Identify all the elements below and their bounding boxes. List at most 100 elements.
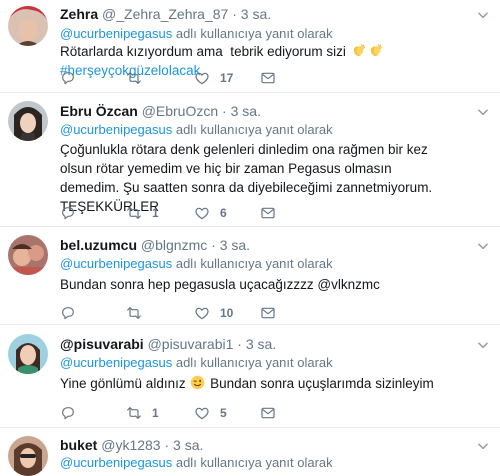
- winking-face-emoji: [190, 375, 205, 390]
- chevron-down-icon[interactable]: [476, 239, 490, 253]
- tweet-item[interactable]: Zehra @_Zehra_Zehra_87 · 3 sa. @ucurbeni…: [0, 0, 500, 93]
- reply-context-label: adlı kullanıcıya yanıt olarak: [175, 122, 333, 137]
- avatar[interactable]: [8, 6, 48, 46]
- clapping-hands-emoji: [368, 43, 383, 58]
- separator-dot: ·: [222, 103, 227, 119]
- retweet-count: 1: [152, 206, 159, 220]
- separator-dot: ·: [237, 336, 242, 352]
- like-button[interactable]: 5: [194, 404, 227, 422]
- heart-icon: [194, 205, 210, 221]
- reply-context-label: adlı kullanıcıya yanıt olarak: [175, 355, 333, 370]
- retweet-icon: [126, 205, 142, 221]
- reply-button[interactable]: [60, 304, 86, 322]
- like-count: 6: [220, 206, 227, 220]
- heart-icon: [194, 405, 210, 421]
- timestamp[interactable]: 3 sa.: [231, 103, 261, 119]
- display-name[interactable]: bel.uzumcu: [60, 237, 137, 253]
- username[interactable]: @blgnzmc: [141, 237, 207, 253]
- reply-context-label: adlı kullanıcıya yanıt olarak: [175, 256, 333, 271]
- username[interactable]: @_Zehra_Zehra_87: [102, 6, 228, 22]
- chevron-down-icon[interactable]: [476, 105, 490, 119]
- tweet-actions: 10: [60, 304, 360, 322]
- display-name[interactable]: buket: [60, 437, 97, 453]
- direct-message-button[interactable]: [260, 304, 276, 322]
- retweet-icon: [126, 305, 142, 321]
- like-count: 10: [220, 306, 234, 320]
- retweet-button[interactable]: 1: [126, 204, 159, 222]
- avatar[interactable]: [8, 101, 48, 141]
- tweet-item[interactable]: Ebru Özcan @EbruOzcn · 3 sa. @ucurbenipe…: [0, 93, 500, 227]
- separator-dot: ·: [164, 437, 170, 453]
- envelope-icon: [260, 205, 276, 221]
- reply-mention[interactable]: @ucurbenipegasus: [60, 26, 172, 41]
- tweet-actions: 1 6: [60, 204, 360, 222]
- envelope-icon: [260, 405, 276, 421]
- display-name[interactable]: @pisuvarabi: [60, 336, 144, 352]
- retweet-button[interactable]: [126, 69, 152, 87]
- reply-context-label: adlı kullanıcıya yanıt olarak: [175, 26, 333, 41]
- chevron-down-icon[interactable]: [476, 439, 490, 453]
- timestamp[interactable]: 3 sa.: [246, 336, 276, 352]
- retweet-button[interactable]: [126, 304, 152, 322]
- retweet-icon: [126, 70, 142, 86]
- reply-mention[interactable]: @ucurbenipegasus: [60, 256, 172, 271]
- tweet-actions: 1 5: [60, 404, 360, 422]
- timestamp[interactable]: 3 sa.: [173, 437, 203, 453]
- reply-mention[interactable]: @ucurbenipegasus: [60, 455, 172, 470]
- direct-message-button[interactable]: [260, 69, 276, 87]
- reply-button[interactable]: [60, 204, 86, 222]
- like-count: 17: [220, 71, 234, 85]
- reply-icon: [60, 305, 76, 321]
- avatar[interactable]: [8, 235, 48, 275]
- reply-context: @ucurbenipegasus adlı kullanıcıya yanıt …: [60, 355, 333, 371]
- direct-message-button[interactable]: [260, 204, 276, 222]
- display-name[interactable]: Zehra: [60, 6, 98, 22]
- chevron-down-icon[interactable]: [476, 338, 490, 352]
- avatar[interactable]: [8, 436, 48, 476]
- envelope-icon: [260, 70, 276, 86]
- reply-context: @ucurbenipegasus adlı kullanıcıya yanıt …: [60, 256, 333, 272]
- chevron-down-icon[interactable]: [476, 8, 490, 22]
- tweet-item[interactable]: buket @yk1283 · 3 sa. @ucurbenipegasus a…: [0, 428, 500, 476]
- separator-dot: ·: [211, 237, 216, 253]
- retweet-count: 1: [152, 406, 159, 420]
- reply-context: @ucurbenipegasus adlı kullanıcıya yanıt …: [60, 455, 333, 471]
- like-button[interactable]: 6: [194, 204, 227, 222]
- reply-context: @ucurbenipegasus adlı kullanıcıya yanıt …: [60, 26, 333, 42]
- avatar[interactable]: [8, 334, 48, 374]
- like-count: 5: [220, 406, 227, 420]
- reply-icon: [60, 405, 76, 421]
- display-name[interactable]: Ebru Özcan: [60, 103, 138, 119]
- reply-button[interactable]: [60, 404, 86, 422]
- timestamp[interactable]: 3 sa.: [220, 237, 250, 253]
- timestamp[interactable]: 3 sa.: [241, 6, 271, 22]
- tweet-text: Bundan sonra hep pegasusla uçacağızzzz @…: [60, 277, 380, 292]
- reply-context-label: adlı kullanıcıya yanıt olarak: [175, 455, 333, 470]
- tweet-item[interactable]: @pisuvarabi @pisuvarabi1 · 3 sa. @ucurbe…: [0, 325, 500, 428]
- retweet-button[interactable]: 1: [126, 404, 159, 422]
- tweet-item[interactable]: bel.uzumcu @blgnzmc · 3 sa. @ucurbenipeg…: [0, 227, 500, 325]
- reply-icon: [60, 205, 76, 221]
- username[interactable]: @yk1283: [101, 437, 160, 453]
- reply-mention[interactable]: @ucurbenipegasus: [60, 122, 172, 137]
- retweet-icon: [126, 405, 142, 421]
- heart-icon: [194, 305, 210, 321]
- reply-context: @ucurbenipegasus adlı kullanıcıya yanıt …: [60, 122, 333, 138]
- username[interactable]: @pisuvarabi1: [148, 336, 234, 352]
- envelope-icon: [260, 305, 276, 321]
- like-button[interactable]: 17: [194, 69, 233, 87]
- clapping-hands-emoji: [351, 43, 366, 58]
- tweet-text: Yine gönlümü aldınız Bundan sonra uçuşla…: [60, 374, 488, 393]
- tweet-text-part: Bundan sonra uçuşlarımda sizinleyim: [206, 376, 434, 391]
- like-button[interactable]: 10: [194, 304, 233, 322]
- tweet-actions: 17: [60, 69, 360, 87]
- reply-icon: [60, 70, 76, 86]
- separator-dot: ·: [232, 6, 237, 22]
- reply-button[interactable]: [60, 69, 86, 87]
- tweet-text-part: Yine gönlümü aldınız: [60, 376, 190, 391]
- tweet-text-part: Rötarlarda kızıyordum ama tebrik ediyoru…: [60, 44, 350, 59]
- reply-mention[interactable]: @ucurbenipegasus: [60, 355, 172, 370]
- username[interactable]: @EbruOzcn: [142, 103, 218, 119]
- heart-icon: [194, 70, 210, 86]
- direct-message-button[interactable]: [260, 404, 276, 422]
